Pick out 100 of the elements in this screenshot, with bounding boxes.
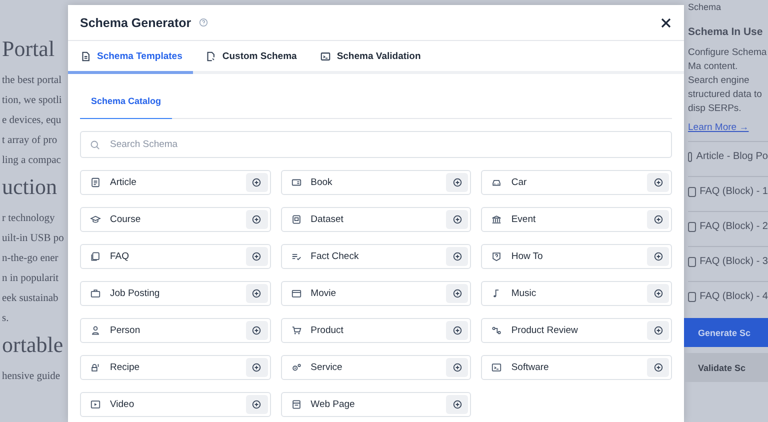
schema-card[interactable]: Job Posting <box>80 281 271 306</box>
generate-button[interactable]: Generate Sc <box>684 318 768 347</box>
article-text: t array of pro <box>2 134 58 148</box>
add-button[interactable] <box>446 395 468 414</box>
add-button[interactable] <box>647 247 669 266</box>
schema-card[interactable]: Dataset <box>280 207 472 232</box>
breadcrumb-text: Schema <box>688 2 722 12</box>
schema-card[interactable]: How To <box>481 244 672 269</box>
article-text: r technology <box>2 212 56 226</box>
help-icon[interactable] <box>199 18 208 27</box>
briefcase-icon <box>90 288 101 299</box>
add-button[interactable] <box>246 284 268 303</box>
article-text: ling a compac <box>2 154 62 168</box>
learn-more-link[interactable]: Learn More → <box>688 122 768 133</box>
validate-button[interactable]: Validate Sc <box>684 353 768 382</box>
schema-type-label: Service <box>310 362 344 373</box>
schema-item[interactable]: FAQ (Block) - 2 <box>700 221 768 232</box>
schema-card[interactable]: Software <box>481 355 672 380</box>
plus-circle-icon <box>252 326 262 335</box>
article-text: tion, we spotli <box>2 94 63 108</box>
schema-type-label: Recipe <box>110 362 141 373</box>
schema-type-label: Music <box>511 288 538 299</box>
search-icon <box>90 140 100 150</box>
schema-card[interactable]: Movie <box>280 281 472 306</box>
tab[interactable]: Schema Templates <box>68 41 194 74</box>
calendar-icon <box>290 288 302 299</box>
close-button[interactable] <box>660 16 672 28</box>
add-button[interactable] <box>647 284 669 303</box>
schema-type-label: Person <box>110 325 142 336</box>
schema-item[interactable]: Article - Blog Po <box>696 151 768 162</box>
add-button[interactable] <box>446 358 468 377</box>
person-icon <box>90 325 101 336</box>
search-field[interactable]: Search Schema <box>80 131 672 158</box>
web-page-icon <box>290 399 302 410</box>
tab[interactable]: Custom Schema <box>193 41 308 74</box>
schema-card[interactable]: Music <box>481 281 672 306</box>
plus-circle-icon <box>452 400 462 409</box>
schema-card[interactable]: Product <box>280 318 472 343</box>
plus-circle-icon <box>654 363 662 372</box>
schema-type-label: Product <box>310 325 344 336</box>
plus-circle-icon <box>452 178 462 187</box>
add-button[interactable] <box>647 173 669 192</box>
schema-card[interactable]: Course <box>80 207 271 232</box>
schema-card[interactable]: Person <box>80 318 271 343</box>
plus-circle-icon <box>252 215 262 224</box>
schema-type-label: Video <box>110 399 136 410</box>
add-button[interactable] <box>647 321 669 340</box>
schema-card[interactable]: Product Review <box>481 318 672 343</box>
add-button[interactable] <box>446 210 468 229</box>
schema-item[interactable]: FAQ (Block) - 3 <box>700 256 768 267</box>
add-button[interactable] <box>246 210 268 229</box>
add-button[interactable] <box>446 247 468 266</box>
schema-card[interactable]: Video <box>80 392 271 417</box>
schema-card[interactable]: Web Page <box>280 392 472 417</box>
plus-circle-icon <box>452 215 462 224</box>
add-button[interactable] <box>246 358 268 377</box>
schema-type-label: Movie <box>310 288 337 299</box>
schema-type-label: Dataset <box>310 214 344 225</box>
schema-card[interactable]: Service <box>280 355 472 380</box>
add-button[interactable] <box>246 321 268 340</box>
article-text: n-the-go ener <box>2 252 60 266</box>
schema-type-label: Fact Check <box>310 251 360 262</box>
schema-card[interactable]: Article <box>80 170 271 195</box>
schema-item[interactable]: FAQ (Block) - 4 <box>700 291 768 302</box>
plus-circle-icon <box>654 252 662 261</box>
schema-type-label: How To <box>511 251 544 262</box>
video-icon <box>90 399 101 410</box>
add-button[interactable] <box>446 321 468 340</box>
add-button[interactable] <box>446 173 468 192</box>
add-button[interactable] <box>647 210 669 229</box>
article-text: uilt-in USB po <box>2 232 65 246</box>
cart-icon <box>290 325 302 336</box>
schema-card[interactable]: Event <box>481 207 672 232</box>
schema-card[interactable]: Recipe <box>80 355 271 380</box>
schema-card[interactable]: Fact Check <box>280 244 472 269</box>
dialog-title: Schema Generator <box>80 16 192 30</box>
schema-type-label: Event <box>511 214 537 225</box>
add-button[interactable] <box>246 395 268 414</box>
schema-type-label: Product Review <box>511 325 579 336</box>
schema-card[interactable]: Book <box>280 170 472 195</box>
schema-type-label: Book <box>310 177 334 188</box>
schema-card[interactable]: Car <box>481 170 672 195</box>
article-heading: uction <box>2 173 58 201</box>
building-icon <box>491 214 502 225</box>
tab[interactable]: Schema Catalog <box>80 86 172 119</box>
article-heading: Portal <box>2 35 56 63</box>
add-button[interactable] <box>246 247 268 266</box>
plus-circle-icon <box>452 363 462 372</box>
article-text: n in popularit <box>2 272 60 286</box>
schema-item[interactable]: FAQ (Block) - 1 <box>700 186 768 197</box>
tab[interactable]: Schema Validation <box>308 41 432 74</box>
add-button[interactable] <box>446 284 468 303</box>
schema-card[interactable]: FAQ <box>80 244 271 269</box>
nodes-icon <box>491 325 502 336</box>
plus-circle-icon <box>452 252 462 261</box>
plus-circle-icon <box>252 252 262 261</box>
add-button[interactable] <box>647 358 669 377</box>
plus-circle-icon <box>654 178 662 187</box>
schema-type-label: Job Posting <box>110 288 161 299</box>
add-button[interactable] <box>246 173 268 192</box>
